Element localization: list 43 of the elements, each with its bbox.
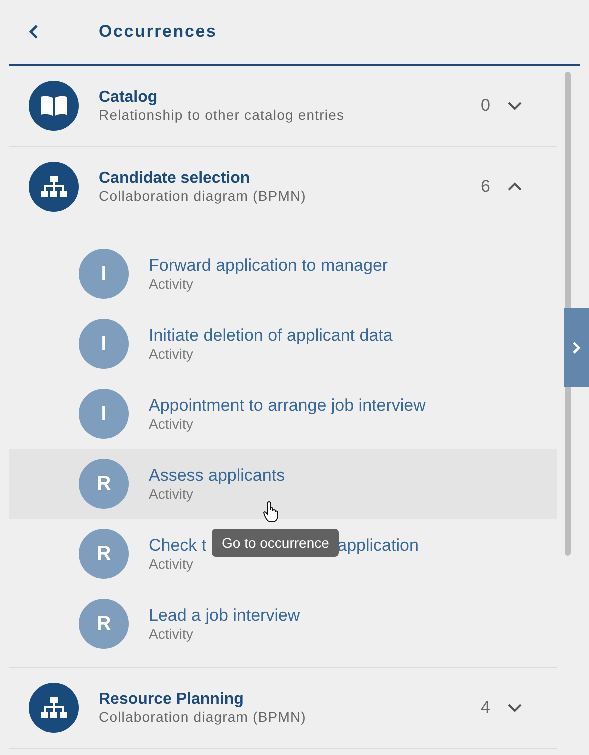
hierarchy-icon [41,697,67,719]
occurrence-title: Initiate deletion of applicant data [149,326,393,346]
group-subtitle: Collaboration diagram (BPMN) [99,709,308,726]
occurrence-type: Activity [149,486,194,502]
group-title: Resource Planning [99,690,245,709]
chevron-up-icon [507,182,523,192]
occurrence-title: Appointment to arrange job interview [149,396,426,416]
tooltip: Go to occurrence [212,529,340,557]
chevron-down-icon [507,703,523,713]
occurrence-type: Activity [149,626,194,642]
group-title: Catalog [99,88,159,107]
avatar-letter: R [96,612,112,636]
hierarchy-icon [41,176,67,198]
group-title: Candidate selection [99,169,252,188]
occurrence-title: Lead a job interview [149,606,300,626]
occurrence-item[interactable]: I Forward application to manager Activity [9,239,557,309]
avatar-letter: I [101,402,107,426]
avatar-letter: I [101,262,107,286]
chevron-right-icon [572,340,581,354]
occurrence-item[interactable]: I Appointment to arrange job interview Activity [9,379,557,449]
side-panel-toggle[interactable] [564,308,589,387]
hand-cursor-icon [263,501,279,523]
chevron-left-icon [29,24,39,40]
occurrence-type: Activity [149,416,194,432]
occurrence-title: Assess applicants [149,466,286,486]
occurrence-count: 6 [481,177,492,197]
chevron-down-icon [507,101,523,111]
group-subtitle: Collaboration diagram (BPMN) [99,188,308,205]
occurrence-title: Check t [149,536,207,556]
occurrence-type: Activity [149,556,194,572]
occurrence-title: Forward application to manager [149,256,388,276]
avatar-letter: I [101,332,107,356]
occurrence-item[interactable]: R Lead a job interview Activity [9,589,557,659]
occurrence-title: application [338,536,419,556]
occurrence-count: 4 [481,698,492,718]
occurrence-type: Activity [149,346,194,362]
avatar-letter: R [96,472,112,496]
occurrence-count: 0 [481,96,492,116]
occurrence-type: Activity [149,276,194,292]
occurrence-item[interactable]: I Initiate deletion of applicant data Activity [9,309,557,379]
group-subtitle: Relationship to other catalog entries [99,107,346,124]
book-icon [40,94,68,118]
panel-title: Occurrences [99,22,218,42]
